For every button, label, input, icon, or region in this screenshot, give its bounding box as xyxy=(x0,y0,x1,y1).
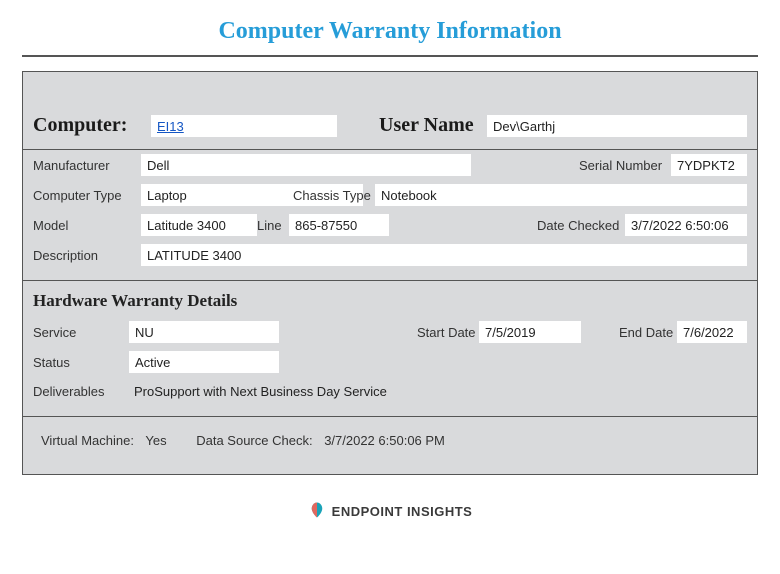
serial-number-label: Serial Number xyxy=(579,158,671,173)
manufacturer-value: Dell xyxy=(141,154,471,176)
page-title: Computer Warranty Information xyxy=(0,0,780,55)
computer-user-section: Computer: EI13 User Name Dev\Garthj xyxy=(23,72,757,150)
footer-section: Virtual Machine: Yes Data Source Check: … xyxy=(23,417,757,474)
warranty-heading: Hardware Warranty Details xyxy=(33,281,747,317)
line-value: 865-87550 xyxy=(289,214,389,236)
main-panel: Computer: EI13 User Name Dev\Garthj Manu… xyxy=(22,71,758,475)
date-checked-value: 3/7/2022 6:50:06 PM xyxy=(625,214,747,236)
service-label: Service xyxy=(33,325,129,340)
end-date-value: 7/6/2022 xyxy=(677,321,747,343)
computer-label: Computer: xyxy=(33,114,151,137)
brand-bar: ENDPOINT INSIGHTS xyxy=(0,493,780,536)
status-value: Active xyxy=(129,351,279,373)
computer-link[interactable]: EI13 xyxy=(151,115,337,137)
deliverables-value: ProSupport with Next Business Day Servic… xyxy=(129,381,747,402)
details-section: Manufacturer Dell Serial Number 7YDPKT2 … xyxy=(23,150,757,281)
manufacturer-label: Manufacturer xyxy=(33,158,141,173)
description-label: Description xyxy=(33,248,141,263)
deliverables-label: Deliverables xyxy=(33,384,129,399)
brand-icon xyxy=(308,501,326,522)
virtual-machine-label: Virtual Machine: xyxy=(41,433,134,448)
model-value: Latitude 3400 xyxy=(141,214,257,236)
line-label: Line xyxy=(257,218,289,233)
start-date-label: Start Date xyxy=(417,325,479,340)
service-value: NU xyxy=(129,321,279,343)
virtual-machine-value: Yes xyxy=(145,433,166,448)
date-checked-label: Date Checked xyxy=(537,218,625,233)
chassis-type-value: Notebook xyxy=(375,184,747,206)
status-label: Status xyxy=(33,355,129,370)
brand-name: ENDPOINT INSIGHTS xyxy=(332,504,473,519)
data-source-check-label: Data Source Check: xyxy=(196,433,312,448)
computer-link-text: EI13 xyxy=(157,119,184,134)
title-divider xyxy=(22,55,758,57)
start-date-value: 7/5/2019 xyxy=(479,321,581,343)
username-label: User Name xyxy=(379,114,487,137)
description-value: LATITUDE 3400 xyxy=(141,244,747,266)
serial-number-value: 7YDPKT2 xyxy=(671,154,747,176)
username-value: Dev\Garthj xyxy=(487,115,747,137)
warranty-section: Hardware Warranty Details Service NU Sta… xyxy=(23,281,757,417)
chassis-type-label: Chassis Type xyxy=(293,188,375,203)
computer-type-label: Computer Type xyxy=(33,188,141,203)
model-label: Model xyxy=(33,218,141,233)
brand-logo: ENDPOINT INSIGHTS xyxy=(308,501,473,522)
end-date-label: End Date xyxy=(619,325,677,340)
data-source-check-value: 3/7/2022 6:50:06 PM xyxy=(324,433,445,448)
